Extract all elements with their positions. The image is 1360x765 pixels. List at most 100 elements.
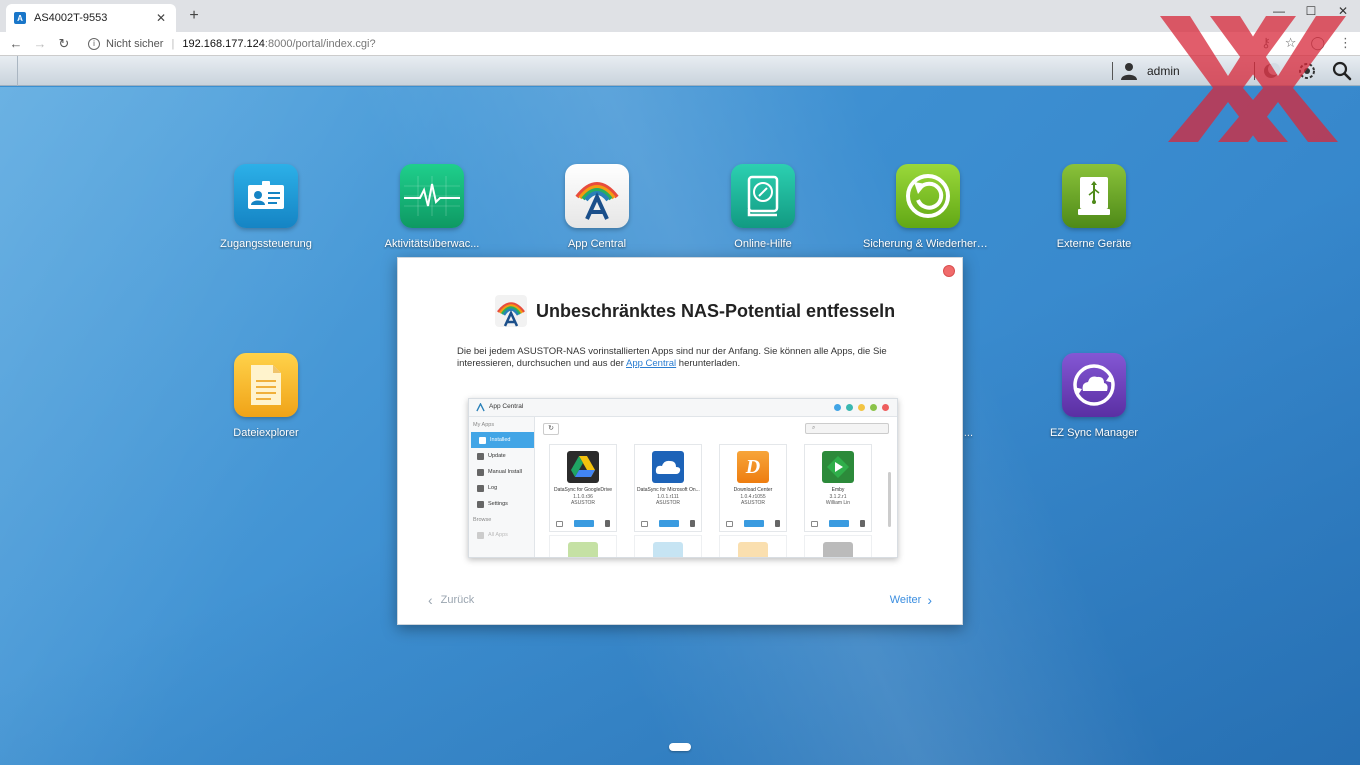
address-bar[interactable]: i Nicht sicher | 192.168.177.124:8000/po… bbox=[88, 34, 376, 54]
google-drive-icon bbox=[567, 451, 599, 483]
app-online-hilfe[interactable]: Online-Hilfe bbox=[698, 164, 828, 250]
installed-icon bbox=[479, 436, 486, 444]
start-menu-button[interactable] bbox=[0, 56, 18, 86]
backup-restore-icon bbox=[896, 164, 960, 228]
preview-window-title: App Central bbox=[489, 403, 524, 410]
next-label: Weiter bbox=[889, 594, 922, 606]
download-center-icon: D bbox=[737, 451, 769, 483]
username-label[interactable]: admin bbox=[1147, 64, 1180, 78]
asustor-favicon-icon: A bbox=[14, 12, 26, 24]
app-card: D Download Center 1.0.4.r1055 ASUSTOR bbox=[719, 444, 787, 532]
browser-tab[interactable]: A AS4002T-9553 ✕ bbox=[6, 4, 176, 32]
desktop-page-indicator[interactable] bbox=[669, 743, 691, 751]
chevron-right-icon: › bbox=[927, 592, 932, 608]
card-actions bbox=[720, 520, 786, 527]
manual-install-icon bbox=[477, 468, 484, 476]
card-author: ASUSTOR bbox=[570, 500, 596, 506]
toolbar-right-icons: ⚷ ☆ ◯ ⋮ bbox=[1261, 35, 1352, 51]
trash-icon bbox=[690, 520, 696, 527]
window-close-icon[interactable]: ✕ bbox=[1332, 3, 1354, 19]
app-thumbnail-icon bbox=[568, 542, 598, 557]
forward-arrow-icon[interactable]: → bbox=[28, 36, 52, 51]
maximize-icon[interactable]: ☐ bbox=[1300, 3, 1322, 19]
log-icon bbox=[477, 484, 484, 492]
app-label: Online-Hilfe bbox=[734, 238, 792, 250]
app-thumbnail-icon bbox=[653, 542, 683, 557]
user-icon[interactable] bbox=[1120, 62, 1138, 80]
card-actions bbox=[805, 520, 871, 527]
reload-icon[interactable]: ↻ bbox=[52, 36, 76, 52]
profile-icon[interactable]: ◯ bbox=[1310, 35, 1325, 51]
preview-titlebar: App Central bbox=[469, 399, 897, 417]
taskbar-divider bbox=[1254, 62, 1255, 80]
star-icon[interactable]: ☆ bbox=[1285, 35, 1297, 51]
more-menu-icon[interactable]: ⋮ bbox=[1339, 35, 1352, 51]
app-externe-geraete[interactable]: Externe Geräte bbox=[1029, 164, 1159, 250]
next-button[interactable]: Weiter › bbox=[890, 592, 932, 608]
key-icon[interactable]: ⚷ bbox=[1261, 35, 1271, 51]
back-arrow-icon[interactable]: ← bbox=[4, 36, 28, 51]
toggle-icon bbox=[743, 520, 764, 527]
close-icon[interactable] bbox=[943, 265, 955, 277]
taskbar-divider bbox=[1112, 62, 1113, 80]
app-app-central[interactable]: App Central bbox=[532, 164, 662, 250]
app-ez-sync-manager[interactable]: EZ Sync Manager bbox=[1029, 353, 1159, 439]
new-tab-button[interactable]: + bbox=[184, 6, 204, 26]
nav-label: All Apps bbox=[488, 532, 508, 538]
heartbeat-monitor-icon bbox=[400, 164, 464, 228]
app-card: Emby 3.1.2.r1 William Lin bbox=[804, 444, 872, 532]
app-card: DataSync for GoogleDrive 1.1.0.r36 ASUST… bbox=[549, 444, 617, 532]
nav-label: Installed bbox=[490, 437, 511, 443]
nav-label: Update bbox=[488, 453, 506, 459]
id-card-icon bbox=[234, 164, 298, 228]
dialog-title: Unbeschränktes NAS-Potential entfesseln bbox=[536, 301, 896, 321]
tab-close-icon[interactable]: ✕ bbox=[154, 11, 168, 25]
app-card-partial bbox=[804, 535, 872, 557]
back-button[interactable]: ‹ Zurück bbox=[428, 592, 474, 608]
tab-title: AS4002T-9553 bbox=[34, 12, 108, 24]
preview-main: ↻ ⌕ DataSync for GoogleDrive 1.1.0.r36 A… bbox=[535, 417, 897, 557]
description-text-end: herunterladen. bbox=[676, 358, 741, 369]
app-central-logo-icon bbox=[495, 295, 527, 327]
app-dateiexplorer[interactable]: Dateiexplorer bbox=[201, 353, 331, 439]
dot-teal bbox=[846, 404, 853, 411]
app-zugangssteuerung[interactable]: Zugangssteuerung bbox=[201, 164, 331, 250]
notification-icon[interactable] bbox=[1262, 62, 1280, 80]
folder-icon bbox=[234, 353, 298, 417]
app-central-mini-icon bbox=[476, 403, 485, 412]
settings-gear-icon bbox=[477, 500, 484, 508]
minimize-icon[interactable]: — bbox=[1268, 3, 1290, 19]
search-icon[interactable] bbox=[1332, 61, 1352, 81]
info-icon[interactable]: i bbox=[88, 37, 100, 50]
browser-tabstrip: A AS4002T-9553 ✕ + — ☐ ✕ bbox=[0, 0, 1360, 32]
app-label: Dateiexplorer bbox=[233, 427, 299, 439]
preview-scrollbar bbox=[888, 472, 891, 527]
url-path: :8000/portal/index.cgi? bbox=[264, 37, 376, 50]
external-drive-icon bbox=[1062, 164, 1126, 228]
omnibox-divider: | bbox=[171, 37, 175, 50]
app-central-icon bbox=[565, 164, 629, 228]
toggle-icon bbox=[658, 520, 679, 527]
card-author: ASUSTOR bbox=[655, 500, 681, 506]
gear-icon[interactable] bbox=[1298, 62, 1316, 80]
dot-green bbox=[870, 404, 877, 411]
app-thumbnail-icon bbox=[738, 542, 768, 557]
dialog-description: Die bei jedem ASUSTOR-NAS vorinstalliert… bbox=[457, 346, 897, 370]
app-central-link[interactable]: App Central bbox=[626, 358, 676, 369]
ez-sync-icon bbox=[1062, 353, 1126, 417]
dot-yellow bbox=[858, 404, 865, 411]
card-actions bbox=[635, 520, 701, 527]
app-card-partial bbox=[719, 535, 787, 557]
section-my-apps: My Apps bbox=[473, 422, 495, 428]
grid-icon bbox=[477, 531, 484, 539]
trash-icon bbox=[605, 520, 611, 527]
open-icon bbox=[810, 520, 818, 527]
card-name: DataSync for GoogleDrive bbox=[553, 487, 613, 493]
nav-all-apps: All Apps bbox=[469, 527, 534, 543]
app-sicherung-wiederherstellung[interactable]: Sicherung & Wiederherstellung bbox=[863, 164, 993, 252]
dot-red bbox=[882, 404, 889, 411]
update-arrow-icon bbox=[477, 452, 484, 460]
app-aktivitaetsueberwachung[interactable]: Aktivitätsüberwac... bbox=[367, 164, 497, 250]
download-center-glyph: D bbox=[745, 455, 761, 478]
app-card-partial bbox=[634, 535, 702, 557]
